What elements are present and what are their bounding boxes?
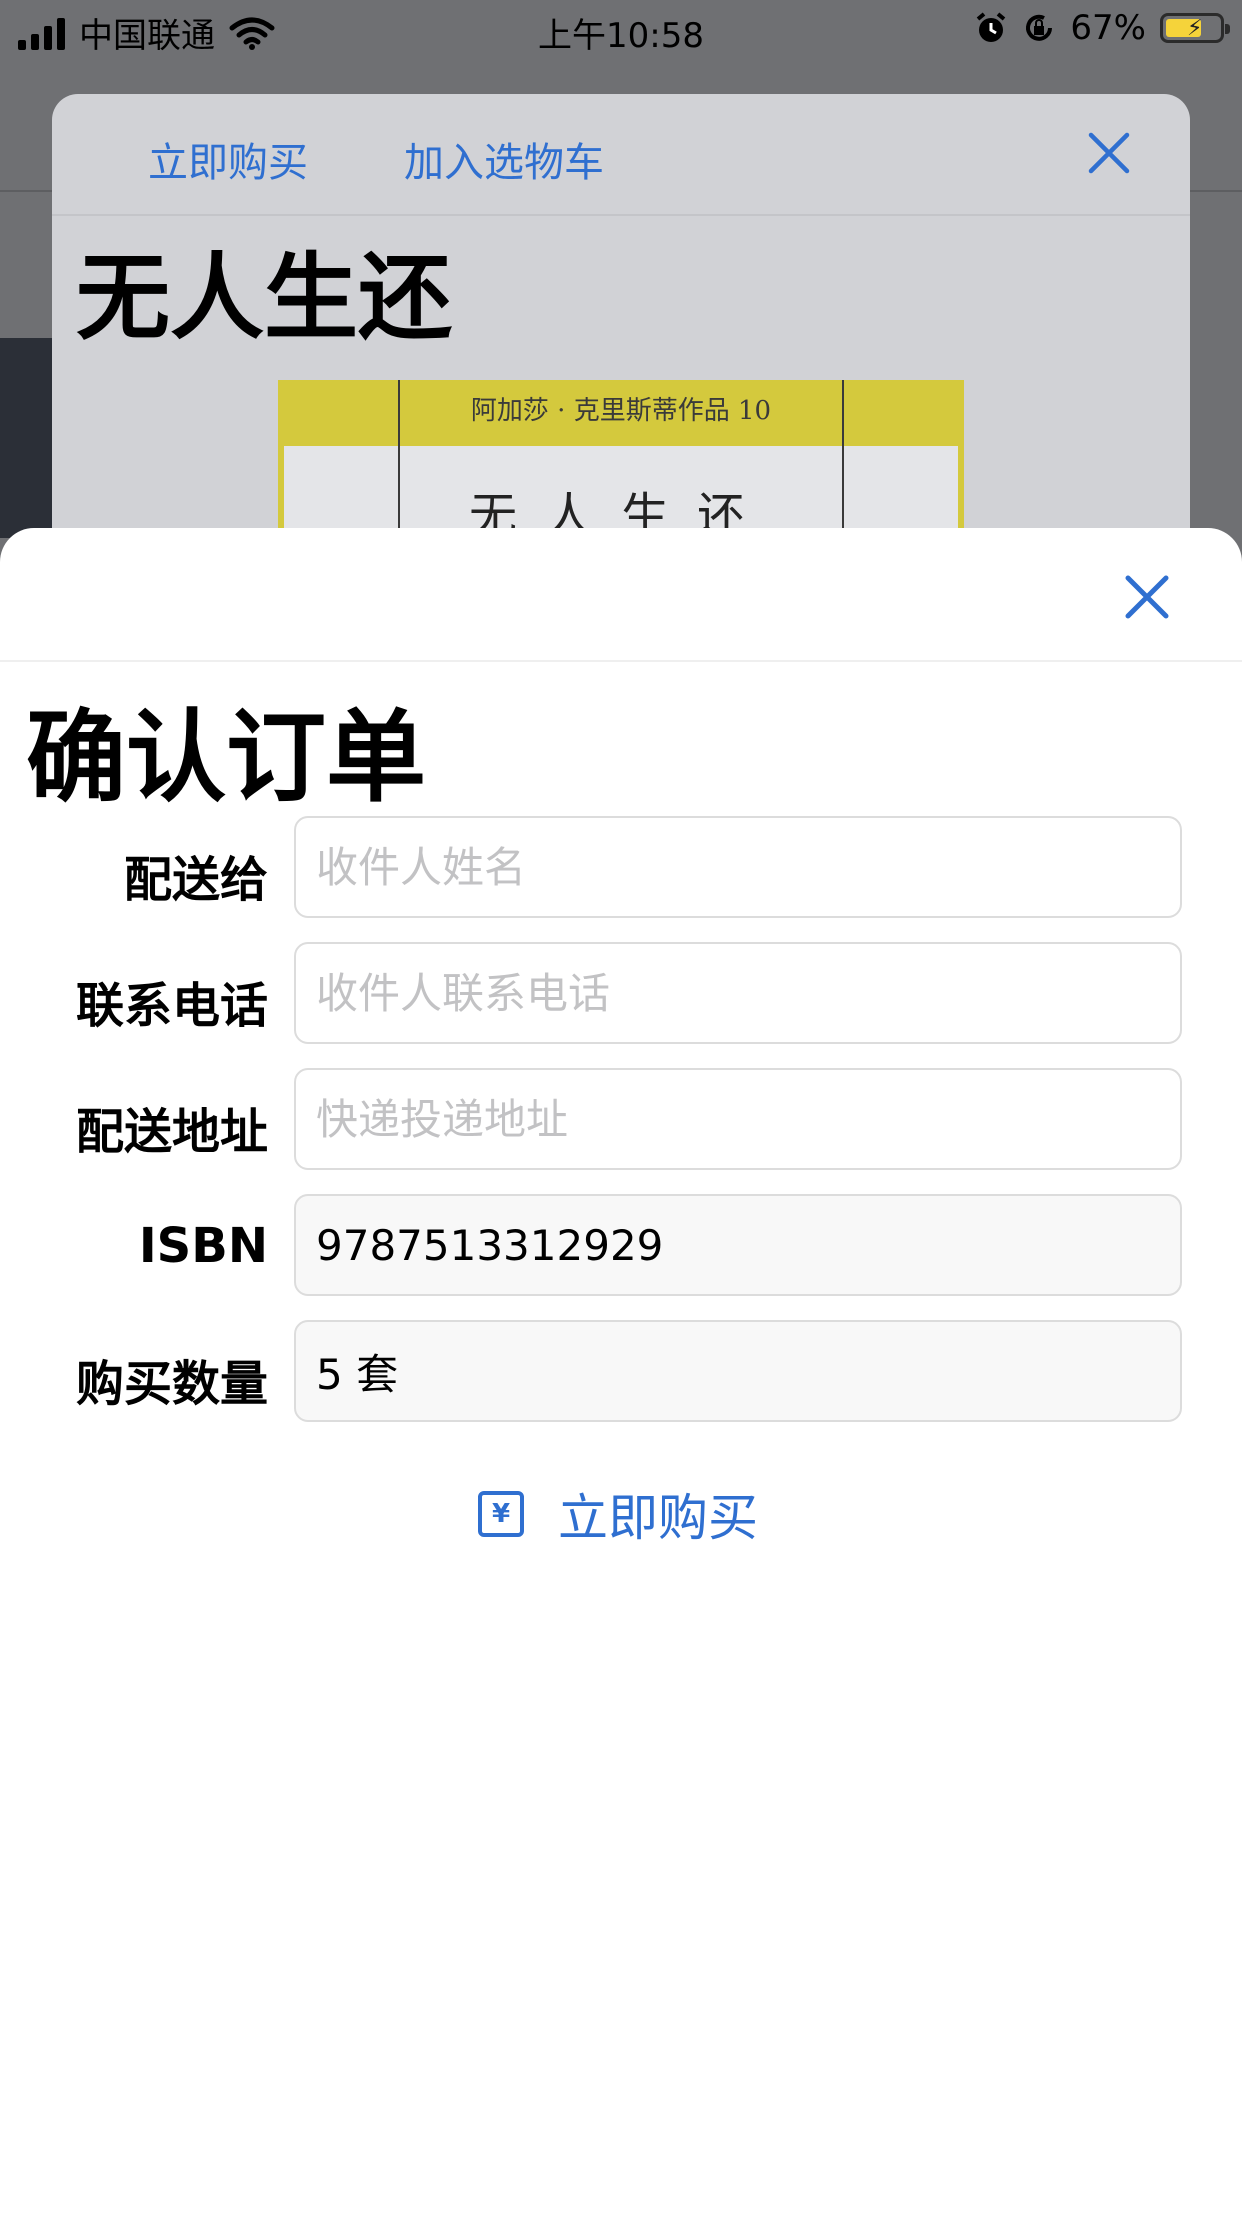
status-bar: 中国联通 上午10:58 67% ⚡ <box>0 0 1242 60</box>
yen-icon: ¥ <box>478 1491 524 1537</box>
isbn-field[interactable] <box>294 1194 1182 1296</box>
battery-charging-icon: ⚡ <box>1160 13 1230 43</box>
recipient-phone-row: 联系电话 <box>0 942 1242 1046</box>
status-right: 67% ⚡ <box>974 8 1230 48</box>
product-title: 无人生还 <box>76 244 453 353</box>
book-series-text: 阿加莎 · 克里斯蒂作品 10 <box>470 396 772 426</box>
recipient-name-input[interactable] <box>294 816 1182 918</box>
isbn-label: ISBN <box>138 1218 268 1274</box>
recipient-phone-label: 联系电话 <box>75 978 268 1034</box>
quantity-label: 购买数量 <box>75 1356 268 1412</box>
close-icon[interactable] <box>1122 572 1172 622</box>
quantity-field[interactable] <box>294 1320 1182 1422</box>
buy-now-link[interactable]: 立即购买 <box>148 130 308 188</box>
product-toolbar: 立即购买 加入选物车 <box>52 94 1190 216</box>
quantity-row: 购买数量 <box>0 1320 1242 1424</box>
add-to-cart-link[interactable]: 加入选物车 <box>404 130 604 188</box>
close-icon[interactable] <box>1086 130 1132 176</box>
order-sheet: 确认订单 配送给 联系电话 配送地址 ISBN 购买数量 ¥ 立即购买 <box>0 528 1242 2228</box>
isbn-row: ISBN <box>0 1194 1242 1298</box>
recipient-phone-input[interactable] <box>294 942 1182 1044</box>
battery-percent: 67% <box>1070 8 1146 48</box>
delivery-address-row: 配送地址 <box>0 1068 1242 1172</box>
delivery-address-input[interactable] <box>294 1068 1182 1170</box>
order-title: 确认订单 <box>26 699 426 816</box>
order-sheet-header <box>0 528 1242 662</box>
recipient-name-label: 配送给 <box>123 852 268 908</box>
background-content-edge <box>0 338 52 538</box>
rotation-lock-icon <box>1026 14 1053 41</box>
alarm-icon <box>977 12 1006 42</box>
buy-now-label: 立即购买 <box>558 1489 758 1547</box>
recipient-name-row: 配送给 <box>0 816 1242 920</box>
delivery-address-label: 配送地址 <box>75 1104 268 1160</box>
buy-now-button[interactable]: ¥ 立即购买 <box>478 1478 758 1550</box>
